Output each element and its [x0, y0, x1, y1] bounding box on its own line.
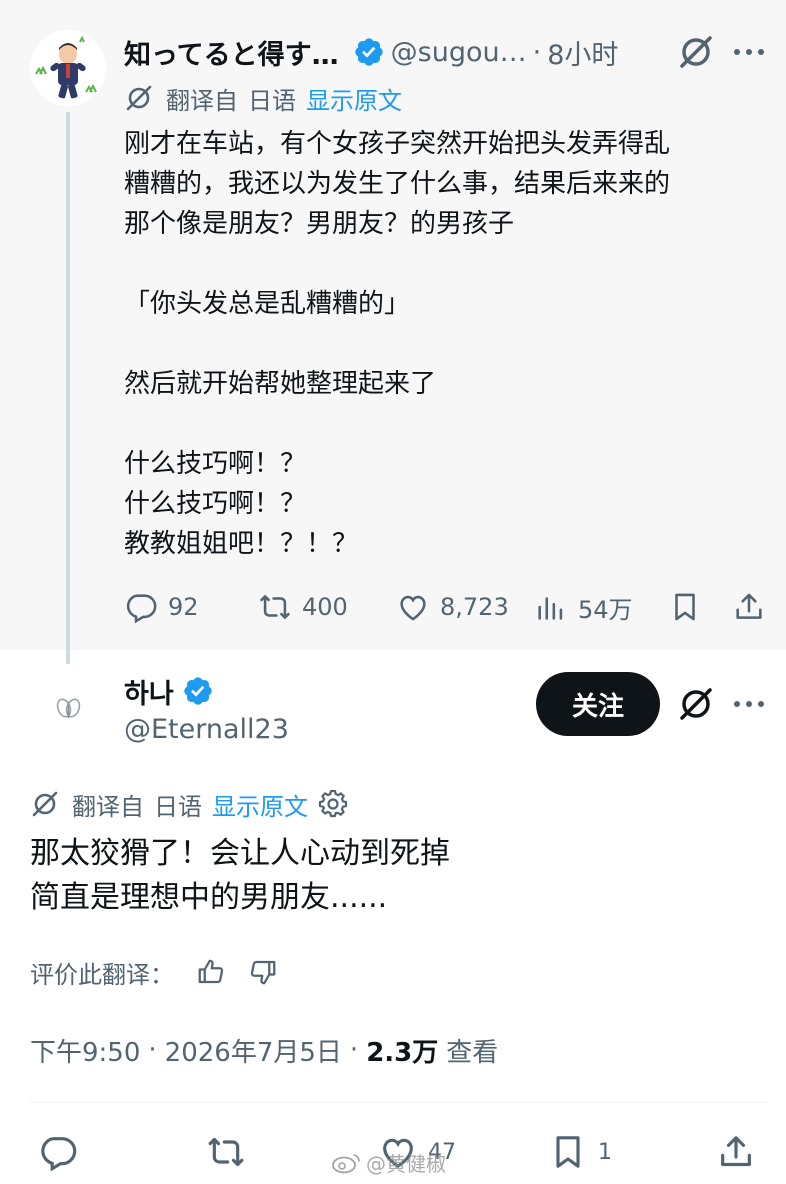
translation-language: 日语 [154, 792, 202, 821]
repost-icon [260, 595, 290, 619]
repost-count: 400 [302, 593, 348, 621]
more-icon[interactable] [732, 696, 766, 712]
views-count: 2.3万 [366, 1037, 439, 1068]
views-count: 54万 [578, 595, 633, 624]
tweet-time[interactable]: 下午9:50 [30, 1032, 140, 1069]
author-handle[interactable]: @Eternall23 [124, 714, 289, 745]
reply-icon [41, 1137, 77, 1172]
rate-translation-label: 评价此翻译： [30, 960, 174, 989]
separator-dot: · [148, 1035, 157, 1065]
tweet-text-line: 教教姐姐吧！？！？ [124, 529, 359, 559]
thread-line [66, 112, 70, 664]
divider [30, 1102, 768, 1103]
avatar[interactable] [30, 30, 106, 106]
thumbs-up-icon[interactable] [196, 957, 226, 987]
show-original-link[interactable]: 显示原文 [306, 81, 402, 116]
show-original-link[interactable]: 显示原文 [212, 787, 308, 822]
grok-icon[interactable] [676, 684, 716, 724]
like-count: 8,723 [440, 593, 509, 621]
bookmark-icon [675, 593, 695, 621]
bookmark-button[interactable] [668, 586, 712, 628]
thumbs-down-icon[interactable] [248, 957, 278, 987]
parent-tweet-actions: 92 400 8,723 54万 [124, 586, 774, 628]
views-button[interactable]: 54万 [534, 586, 633, 628]
reply-count: 92 [168, 593, 199, 621]
translation-bar: 翻译自 日语 显示原文 [30, 786, 348, 822]
tweet-date[interactable]: 2026年7月5日 [165, 1032, 342, 1069]
reply-button[interactable]: 92 [124, 586, 199, 628]
reply-button[interactable] [38, 1128, 88, 1176]
gear-icon[interactable] [318, 789, 348, 819]
tweet-meta: 下午9:50 · 2026年7月5日 · 2.3万 查看 [30, 1030, 498, 1070]
tweet-text-line: 什么技巧啊！？ [124, 449, 307, 479]
parent-tweet[interactable]: 知ってると得す… @sugou… · 8小时 翻译自 日语 显示原文 刚才在车站… [0, 0, 786, 664]
separator-dot: · [349, 1035, 359, 1065]
tweet-text-line: 刚才在车站，有个女孩子突然开始把头发弄得乱 [124, 129, 671, 159]
parent-tweet-body: 刚才在车站，有个女孩子突然开始把头发弄得乱 糟糟的，我还以为发生了什么事，结果后… [124, 124, 764, 564]
bookmark-count: 1 [598, 1139, 612, 1165]
translate-icon [30, 789, 60, 819]
verified-badge-icon[interactable] [182, 675, 214, 707]
author-name[interactable]: 하나 [124, 672, 174, 711]
views-label: 查看 [446, 1037, 499, 1068]
bookmark-icon [556, 1136, 580, 1168]
main-tweet-body: 那太狡猾了！会让人心动到死掉 简直是理想中的男朋友...... [30, 832, 450, 920]
tweet-time[interactable]: 8小时 [547, 33, 618, 72]
tweet-text-line: 简直是理想中的男朋友...... [30, 880, 388, 915]
main-tweet-author: 하나 [124, 672, 214, 710]
heart-icon [400, 595, 426, 621]
repost-button[interactable]: 400 [258, 586, 348, 628]
rate-translation: 评价此翻译： [30, 952, 278, 992]
tweet-text-line: 然后就开始帮她整理起来了 [124, 369, 437, 399]
tweet-text-line: 那太狡猾了！会让人心动到死掉 [30, 836, 450, 871]
views-icon [538, 597, 563, 620]
tweet-text-line: 那个像是朋友？男朋友？的男孩子 [124, 209, 515, 239]
tweet-text-line: 糟糟的，我还以为发生了什么事，结果后来来的 [124, 169, 671, 199]
tweet-text-line: 什么技巧啊！？ [124, 489, 307, 519]
more-icon[interactable] [732, 44, 766, 60]
translation-label: 翻译自 [166, 86, 238, 115]
translation-language: 日语 [248, 86, 296, 115]
share-button[interactable] [716, 1128, 766, 1176]
author-handle[interactable]: @sugou… [391, 37, 527, 68]
reply-icon [126, 594, 157, 624]
avatar-image [30, 30, 106, 106]
repost-icon [208, 1137, 244, 1167]
like-button[interactable]: 8,723 [396, 586, 509, 628]
avatar[interactable] [30, 672, 106, 748]
follow-button[interactable]: 关注 [536, 672, 660, 736]
translate-icon [124, 83, 154, 113]
share-icon [721, 1136, 751, 1167]
repost-button[interactable] [206, 1128, 256, 1176]
translation-bar: 翻译自 日语 显示原文 [124, 80, 402, 116]
share-icon [736, 593, 762, 619]
tweet-text-line: 「你头发总是乱糟糟的」 [124, 289, 411, 319]
watermark: @黄健椒 [330, 1148, 446, 1177]
weibo-icon [330, 1151, 362, 1175]
author-name[interactable]: 知ってると得す… [124, 33, 339, 72]
avatar-image [30, 672, 106, 748]
bookmark-button[interactable]: 1 [548, 1128, 612, 1176]
separator-dot: · [532, 36, 542, 68]
watermark-text: @黄健椒 [366, 1152, 446, 1176]
verified-badge-icon[interactable] [353, 36, 385, 68]
share-button[interactable] [732, 586, 776, 628]
grok-icon[interactable] [676, 32, 716, 72]
translation-label: 翻译自 [72, 792, 144, 821]
